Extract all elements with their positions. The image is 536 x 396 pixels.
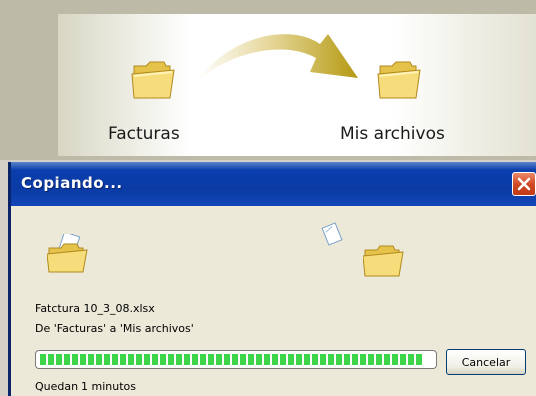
illustration-background: Facturas Mis archivos (0, 0, 536, 160)
file-name: Fatctura 10_3_08.xlsx (35, 302, 155, 315)
dialog-titlebar[interactable]: Copiando... (11, 162, 536, 206)
source-folder-icon (131, 61, 175, 99)
source-folder-label: Facturas (108, 124, 180, 144)
copy-progress-bar (35, 350, 437, 369)
time-remaining-value: 1 minutos (81, 380, 136, 393)
flying-document-icon (321, 222, 343, 246)
copy-progress-fill (40, 354, 425, 365)
close-button[interactable] (512, 172, 536, 196)
copy-dialog: Copiando... Fatctura 10_3_08.xlsx De 'Fa… (8, 162, 536, 396)
close-icon (517, 177, 531, 191)
time-remaining-label: Quedan (35, 380, 79, 393)
dialog-body: Fatctura 10_3_08.xlsx De 'Facturas' a 'M… (11, 206, 536, 396)
cancel-button[interactable]: Cancelar (446, 349, 526, 375)
source-folder-animation-icon (47, 234, 88, 273)
destination-folder-icon (377, 61, 421, 99)
dialog-title: Copiando... (21, 174, 123, 192)
destination-folder-label: Mis archivos (340, 124, 445, 144)
destination-folder-animation-icon (363, 245, 404, 277)
illustration-panel: Facturas Mis archivos (58, 14, 536, 156)
copy-from-to: De 'Facturas' a 'Mis archivos' (35, 322, 194, 335)
